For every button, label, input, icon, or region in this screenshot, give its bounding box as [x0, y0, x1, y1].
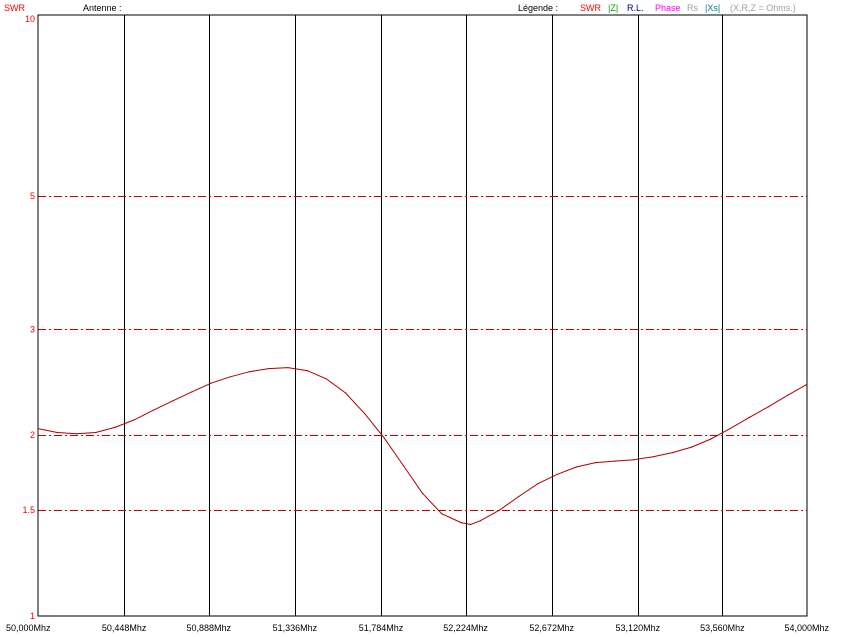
legend-item: Phase	[655, 3, 681, 13]
x-tick-label: 52,672Mhz	[529, 623, 574, 633]
data-point	[402, 464, 404, 467]
data-point	[671, 452, 674, 454]
data-point	[56, 431, 58, 434]
legend-item: (X,R,Z = Ohms.)	[730, 3, 796, 13]
legend-item: SWR	[580, 3, 601, 13]
data-point	[345, 392, 347, 394]
data-point	[652, 456, 654, 458]
x-tick-label: 52,224Mhz	[443, 623, 488, 633]
antenna-label: Antenne :	[83, 3, 122, 13]
legend-label: Légende :	[518, 3, 558, 13]
y-tick-label: 5	[30, 191, 35, 201]
y-tick-label: 1.5	[22, 505, 35, 515]
x-tick-label: 51,784Mhz	[359, 623, 404, 633]
data-point	[460, 522, 462, 524]
x-tick-label: 53,120Mhz	[616, 623, 661, 633]
x-tick-label: 50,000Mhz	[6, 623, 51, 633]
data-point	[537, 483, 539, 485]
x-tick-label: 50,448Mhz	[102, 623, 147, 633]
legend-item: |Xs|	[705, 3, 720, 13]
data-point	[729, 428, 731, 430]
data-point	[691, 446, 693, 448]
swr-chart: SWR Antenne : Légende : SWR |Z| R.L. Phase R…	[0, 0, 850, 637]
legend: SWR |Z| R.L. Phase Rs |Xs| (X,R,Z = Ohms.)	[580, 3, 796, 13]
data-point	[191, 391, 193, 393]
data-point	[383, 437, 385, 439]
x-tick-label: 51,336Mhz	[273, 623, 318, 633]
data-point	[172, 400, 174, 402]
data-point	[767, 406, 770, 408]
x-tick-label: 53,560Mhz	[700, 623, 745, 633]
data-point	[441, 513, 443, 515]
data-point	[229, 376, 231, 378]
x-tick-label: 50,888Mhz	[186, 623, 231, 633]
data-point	[498, 509, 500, 511]
data-point	[364, 413, 366, 415]
y-tick-label: 1	[30, 611, 35, 621]
data-point	[306, 370, 308, 372]
data-point	[287, 367, 289, 369]
data-point	[710, 438, 712, 440]
y-axis-title: SWR	[4, 3, 25, 13]
data-point	[479, 520, 481, 522]
data-point	[114, 426, 116, 428]
data-point	[806, 383, 808, 385]
y-tick-label: 10	[25, 14, 35, 24]
data-point	[748, 416, 750, 418]
data-point	[556, 473, 558, 475]
data-point	[594, 462, 597, 464]
x-tick-label: 54,000Mhz	[784, 623, 829, 633]
data-point	[518, 496, 520, 498]
data-point	[421, 492, 424, 494]
y-tick-label: 3	[30, 324, 35, 334]
y-tick-label: 2	[30, 430, 35, 440]
data-point	[75, 433, 78, 435]
data-point	[787, 394, 789, 396]
data-point	[210, 382, 212, 384]
data-point	[633, 459, 635, 461]
data-point	[325, 378, 327, 380]
data-point	[152, 409, 154, 411]
legend-item: |Z|	[608, 3, 618, 13]
data-point	[575, 466, 577, 468]
legend-item: R.L.	[627, 3, 644, 13]
data-point	[470, 523, 472, 526]
legend-item: Rs	[687, 3, 698, 13]
data-point	[37, 428, 39, 430]
data-point	[614, 460, 616, 462]
data-point	[248, 371, 251, 373]
data-point	[133, 419, 135, 421]
data-point	[95, 431, 97, 434]
data-point	[268, 368, 270, 370]
